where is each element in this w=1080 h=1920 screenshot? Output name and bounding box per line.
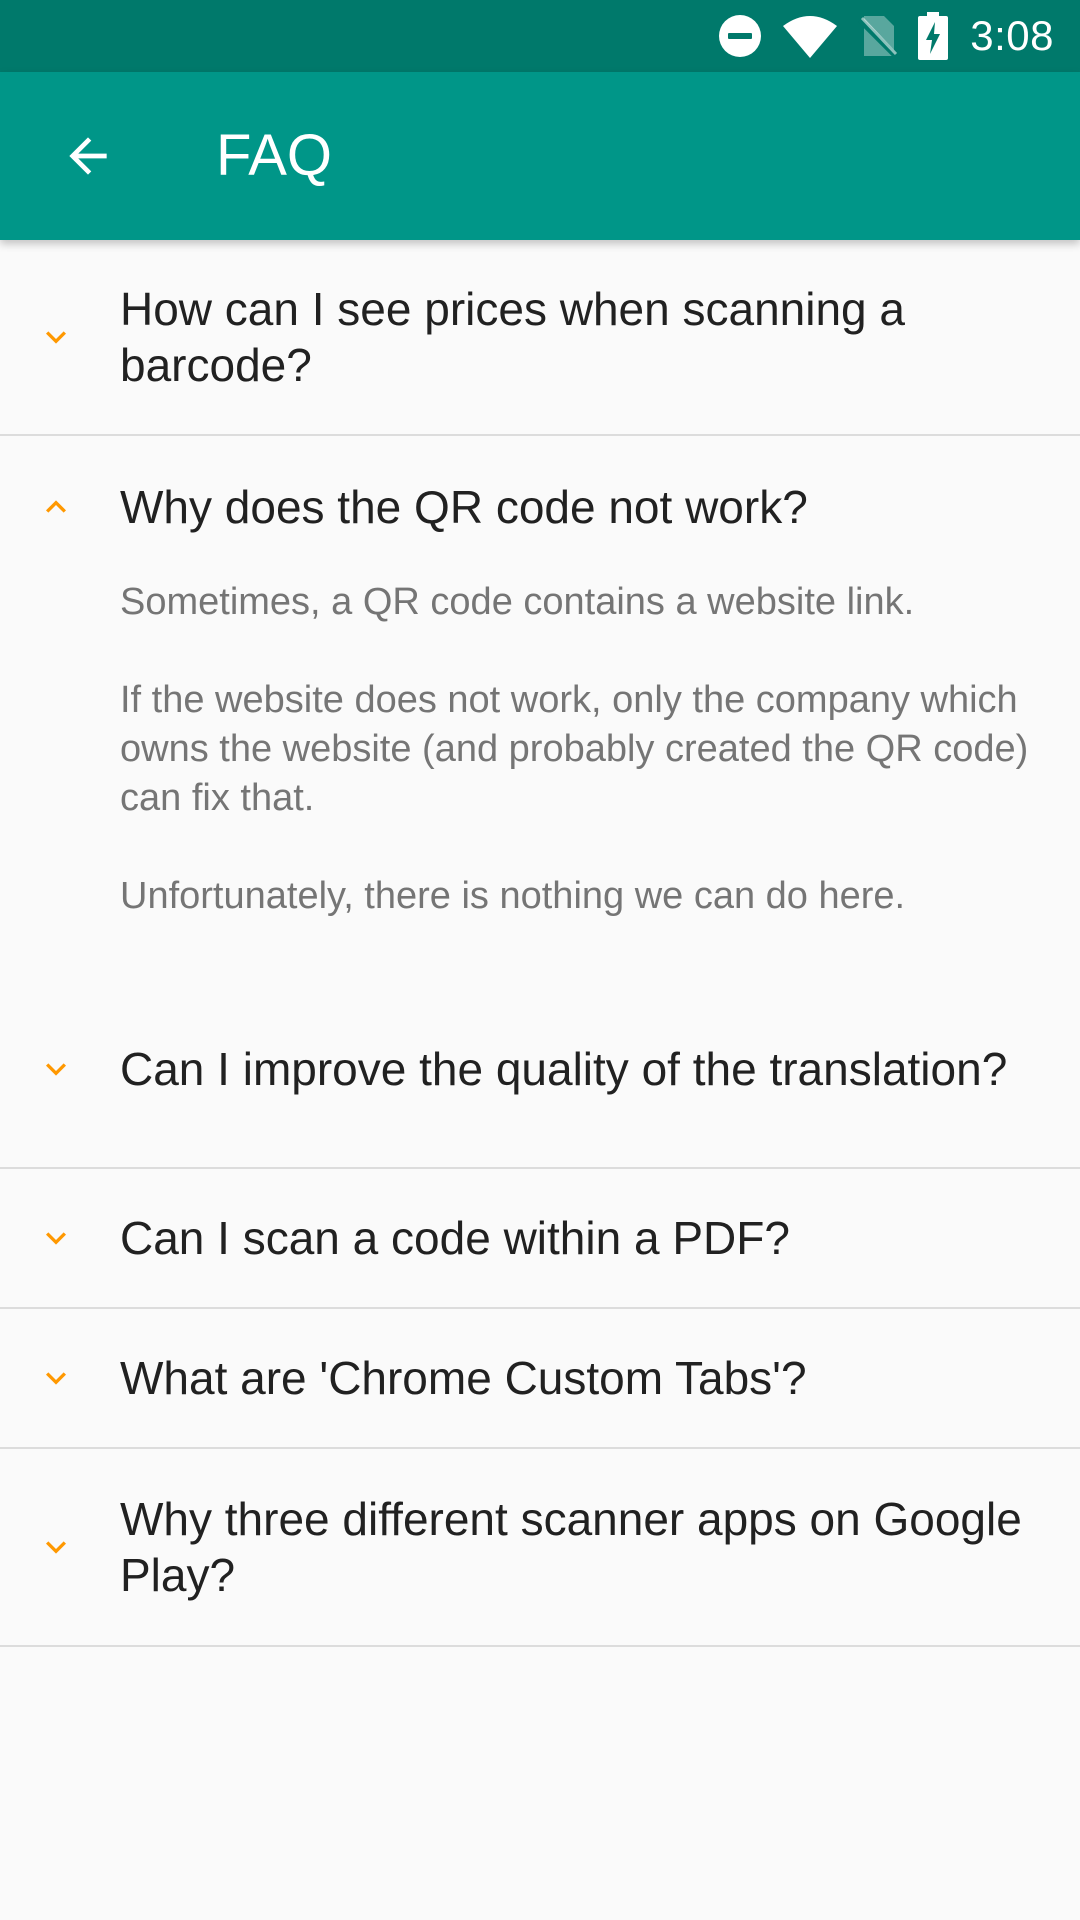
- chevron-down-icon: [36, 1218, 76, 1258]
- status-bar: 3:08: [0, 0, 1080, 72]
- chevron-down-icon: [36, 317, 76, 357]
- faq-list: How can I see prices when scanning a bar…: [0, 240, 1080, 1647]
- faq-item[interactable]: Can I improve the quality of the transla…: [0, 971, 1080, 1169]
- faq-item[interactable]: Can I scan a code within a PDF?: [0, 1169, 1080, 1309]
- faq-question: Why does the QR code not work?: [120, 481, 808, 533]
- wifi-icon: [782, 14, 838, 58]
- chevron-up-icon: [36, 487, 76, 527]
- faq-answer-paragraph: If the website does not work, only the c…: [120, 679, 1029, 819]
- status-time: 3:08: [970, 12, 1054, 59]
- faq-question: What are 'Chrome Custom Tabs'?: [120, 1352, 807, 1404]
- back-button[interactable]: [40, 108, 136, 204]
- faq-item[interactable]: How can I see prices when scanning a bar…: [0, 240, 1080, 436]
- chevron-down-icon: [36, 1049, 76, 1089]
- faq-answer-paragraph: Sometimes, a QR code contains a website …: [120, 581, 915, 623]
- faq-item-header[interactable]: Can I scan a code within a PDF?: [0, 1169, 1080, 1307]
- do-not-disturb-icon: [718, 14, 762, 58]
- chevron-down-icon: [36, 1527, 76, 1567]
- battery-charging-icon: [918, 12, 949, 60]
- faq-question: Can I scan a code within a PDF?: [120, 1212, 790, 1264]
- faq-item-header[interactable]: What are 'Chrome Custom Tabs'?: [0, 1309, 1080, 1447]
- faq-question: Why three different scanner apps on Goog…: [120, 1493, 1022, 1601]
- chevron-down-icon: [36, 1358, 76, 1398]
- faq-answer: Sometimes, a QR code contains a website …: [0, 578, 1080, 971]
- faq-item-header[interactable]: How can I see prices when scanning a bar…: [0, 240, 1080, 434]
- faq-item-header[interactable]: Why does the QR code not work?: [0, 436, 1080, 578]
- faq-item[interactable]: Why three different scanner apps on Goog…: [0, 1449, 1080, 1647]
- arrow-back-icon: [69, 137, 107, 175]
- no-sim-icon: [858, 14, 899, 58]
- status-icons: 3:08: [698, 0, 1054, 72]
- faq-item-expanded[interactable]: Why does the QR code not work? Sometimes…: [0, 436, 1080, 971]
- faq-question: Can I improve the quality of the transla…: [120, 1043, 1008, 1095]
- faq-answer-paragraph: Unfortunately, there is nothing we can d…: [120, 875, 906, 917]
- app-bar: FAQ: [0, 72, 1080, 240]
- faq-question: How can I see prices when scanning a bar…: [120, 283, 905, 391]
- faq-item[interactable]: What are 'Chrome Custom Tabs'?: [0, 1309, 1080, 1449]
- faq-item-header[interactable]: Why three different scanner apps on Goog…: [0, 1449, 1080, 1645]
- page-title: FAQ: [216, 123, 333, 188]
- faq-item-header[interactable]: Can I improve the quality of the transla…: [0, 971, 1080, 1167]
